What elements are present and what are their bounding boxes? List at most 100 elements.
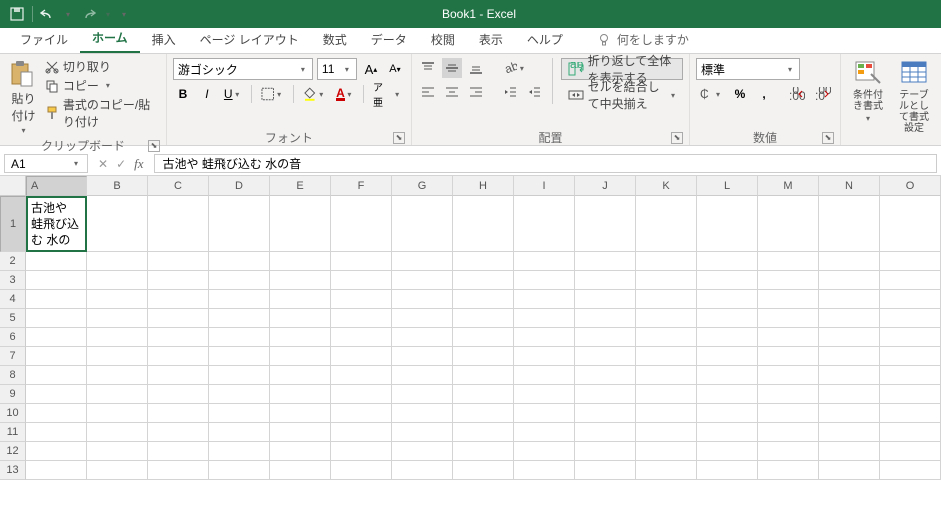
cell-L2[interactable] <box>697 252 758 271</box>
cell-B5[interactable] <box>87 309 148 328</box>
cell-H5[interactable] <box>453 309 514 328</box>
cell-B13[interactable] <box>87 461 148 480</box>
cell-A4[interactable] <box>26 290 87 309</box>
cell-I10[interactable] <box>514 404 575 423</box>
cell-N4[interactable] <box>819 290 880 309</box>
cell-C1[interactable] <box>148 196 209 252</box>
font-dialog-launcher[interactable]: ⬊ <box>393 132 405 144</box>
orientation-button[interactable]: ab▾ <box>500 58 530 78</box>
cell-N3[interactable] <box>819 271 880 290</box>
cell-G3[interactable] <box>392 271 453 290</box>
decrease-font-icon[interactable]: A▾ <box>385 59 405 79</box>
cell-O12[interactable] <box>880 442 941 461</box>
column-header-O[interactable]: O <box>880 176 941 196</box>
font-size-select[interactable]: 11▾ <box>317 58 357 80</box>
cell-H11[interactable] <box>453 423 514 442</box>
cell-H3[interactable] <box>453 271 514 290</box>
cell-H7[interactable] <box>453 347 514 366</box>
cell-O11[interactable] <box>880 423 941 442</box>
tab-view[interactable]: 表示 <box>467 26 515 53</box>
tab-file[interactable]: ファイル <box>8 26 80 53</box>
cell-D5[interactable] <box>209 309 270 328</box>
cell-B1[interactable] <box>87 196 148 252</box>
cell-J5[interactable] <box>575 309 636 328</box>
cell-E5[interactable] <box>270 309 331 328</box>
wrap-text-button[interactable]: ab 折り返して全体を表示する <box>561 58 683 80</box>
tab-home[interactable]: ホーム <box>80 24 140 53</box>
cell-A1[interactable]: 古池や 蛙飛び込む 水の音 <box>26 196 87 252</box>
column-header-E[interactable]: E <box>270 176 331 196</box>
cell-M10[interactable] <box>758 404 819 423</box>
cell-I8[interactable] <box>514 366 575 385</box>
cell-K3[interactable] <box>636 271 697 290</box>
cell-G6[interactable] <box>392 328 453 347</box>
row-header-9[interactable]: 9 <box>0 385 26 404</box>
cell-I13[interactable] <box>514 461 575 480</box>
cell-E6[interactable] <box>270 328 331 347</box>
decrease-indent-icon[interactable] <box>500 82 520 102</box>
cell-K1[interactable] <box>636 196 697 252</box>
row-header-1[interactable]: 1 <box>0 196 26 252</box>
column-header-C[interactable]: C <box>148 176 209 196</box>
borders-button[interactable]: ▾ <box>258 84 287 104</box>
column-header-K[interactable]: K <box>636 176 697 196</box>
cell-I1[interactable] <box>514 196 575 252</box>
cell-K4[interactable] <box>636 290 697 309</box>
phonetic-button[interactable]: ア亜▾ <box>370 84 405 104</box>
underline-button[interactable]: U▾ <box>221 84 245 104</box>
cell-N8[interactable] <box>819 366 880 385</box>
cell-N1[interactable] <box>819 196 880 252</box>
cell-E3[interactable] <box>270 271 331 290</box>
cell-M3[interactable] <box>758 271 819 290</box>
cell-J2[interactable] <box>575 252 636 271</box>
cell-K5[interactable] <box>636 309 697 328</box>
cell-H9[interactable] <box>453 385 514 404</box>
redo-dropdown[interactable]: ▾ <box>103 10 113 19</box>
cell-G8[interactable] <box>392 366 453 385</box>
redo-icon[interactable] <box>79 5 97 23</box>
align-top-icon[interactable] <box>418 58 438 78</box>
cell-H1[interactable] <box>453 196 514 252</box>
cell-C2[interactable] <box>148 252 209 271</box>
tab-review[interactable]: 校閲 <box>419 26 467 53</box>
cell-E4[interactable] <box>270 290 331 309</box>
cell-O9[interactable] <box>880 385 941 404</box>
cell-G13[interactable] <box>392 461 453 480</box>
cell-E9[interactable] <box>270 385 331 404</box>
cell-A9[interactable] <box>26 385 87 404</box>
cell-I5[interactable] <box>514 309 575 328</box>
paste-button[interactable]: 貼り付け ▾ <box>6 58 41 137</box>
cell-L13[interactable] <box>697 461 758 480</box>
cell-F10[interactable] <box>331 404 392 423</box>
cell-F3[interactable] <box>331 271 392 290</box>
column-header-B[interactable]: B <box>87 176 148 196</box>
cell-J11[interactable] <box>575 423 636 442</box>
cell-D13[interactable] <box>209 461 270 480</box>
cell-M6[interactable] <box>758 328 819 347</box>
cell-L1[interactable] <box>697 196 758 252</box>
cell-B4[interactable] <box>87 290 148 309</box>
bold-button[interactable]: B <box>173 84 193 104</box>
cell-L8[interactable] <box>697 366 758 385</box>
cell-F5[interactable] <box>331 309 392 328</box>
cut-button[interactable]: 切り取り <box>45 58 160 75</box>
cell-M5[interactable] <box>758 309 819 328</box>
row-header-7[interactable]: 7 <box>0 347 26 366</box>
column-header-N[interactable]: N <box>819 176 880 196</box>
number-format-select[interactable]: 標準▾ <box>696 58 800 80</box>
cell-I3[interactable] <box>514 271 575 290</box>
cell-F6[interactable] <box>331 328 392 347</box>
row-header-10[interactable]: 10 <box>0 404 26 423</box>
cell-I11[interactable] <box>514 423 575 442</box>
cell-N6[interactable] <box>819 328 880 347</box>
cell-E12[interactable] <box>270 442 331 461</box>
decrease-decimal-icon[interactable]: .00.0 <box>812 84 834 104</box>
clipboard-dialog-launcher[interactable]: ⬊ <box>148 140 160 152</box>
cell-L12[interactable] <box>697 442 758 461</box>
increase-decimal-icon[interactable]: .0.00 <box>786 84 808 104</box>
cell-A2[interactable] <box>26 252 87 271</box>
cell-M9[interactable] <box>758 385 819 404</box>
row-header-3[interactable]: 3 <box>0 271 26 290</box>
align-middle-icon[interactable] <box>442 58 462 78</box>
cell-L5[interactable] <box>697 309 758 328</box>
